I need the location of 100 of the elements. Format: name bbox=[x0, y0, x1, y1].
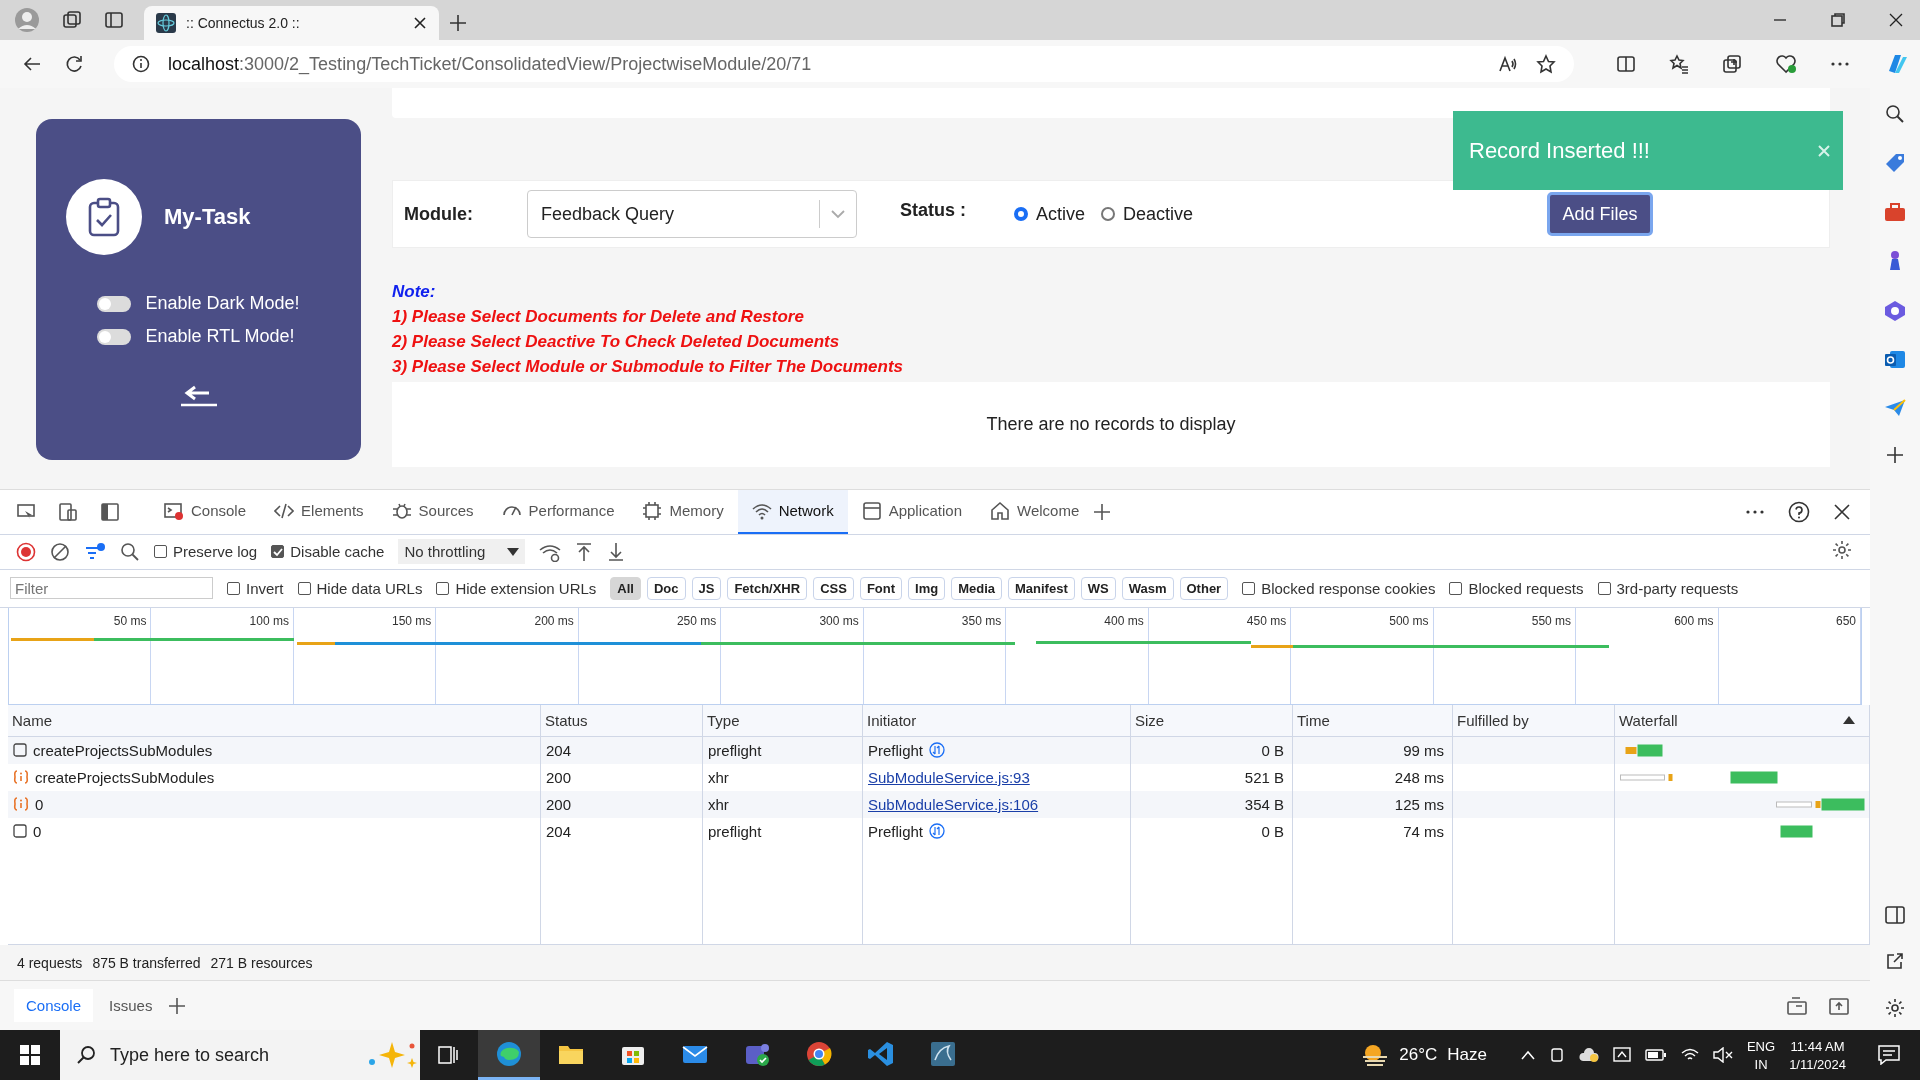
collections-icon[interactable] bbox=[1722, 54, 1742, 74]
notifications-icon[interactable] bbox=[1878, 1045, 1900, 1065]
type-filter-chip[interactable]: Manifest bbox=[1008, 576, 1075, 600]
upload-icon[interactable] bbox=[575, 541, 594, 562]
add-tab-icon[interactable] bbox=[1093, 502, 1112, 521]
toggle-switch[interactable] bbox=[97, 328, 132, 345]
type-filter-chip[interactable]: All bbox=[610, 576, 641, 600]
request-name[interactable]: 0 bbox=[33, 822, 42, 840]
settings-icon[interactable] bbox=[1885, 998, 1905, 1018]
request-name[interactable]: createProjectsSubModules bbox=[35, 768, 215, 786]
type-filter-chip[interactable]: Media bbox=[951, 576, 1002, 600]
cloud-icon[interactable] bbox=[1578, 1047, 1599, 1063]
close-icon[interactable] bbox=[413, 16, 427, 30]
initiator-link[interactable]: SubModuleService.js:93 bbox=[868, 768, 1030, 786]
muted-speaker-icon[interactable] bbox=[1712, 1047, 1733, 1063]
browser-app-icon[interactable] bbox=[478, 1030, 540, 1080]
windows-start-icon[interactable] bbox=[20, 1045, 40, 1065]
search-icon[interactable] bbox=[1885, 104, 1905, 124]
close-icon[interactable] bbox=[1888, 12, 1904, 28]
camera-icon[interactable] bbox=[1548, 1047, 1565, 1063]
module-select[interactable]: Feedback Query bbox=[527, 190, 857, 238]
browser-tab[interactable]: :: Connectus 2.0 :: bbox=[144, 6, 439, 40]
workspaces-icon[interactable] bbox=[62, 10, 82, 30]
toolbox-icon[interactable] bbox=[1884, 202, 1906, 222]
checkbox[interactable] bbox=[436, 581, 450, 595]
info-icon[interactable] bbox=[132, 55, 150, 73]
vertical-tabs-icon[interactable] bbox=[104, 10, 124, 30]
heart-pulse-icon[interactable] bbox=[1775, 54, 1797, 74]
type-filter-chip[interactable]: Img bbox=[908, 576, 946, 600]
type-filter-chip[interactable]: Doc bbox=[646, 576, 686, 600]
checkbox[interactable] bbox=[154, 545, 167, 559]
type-filter-chip[interactable]: WS bbox=[1080, 576, 1116, 600]
dock-panel-icon[interactable] bbox=[100, 501, 120, 522]
devtools-tab[interactable]: Sources bbox=[377, 490, 488, 534]
dock-icon[interactable] bbox=[1828, 995, 1850, 1016]
add-tab-icon[interactable] bbox=[168, 996, 187, 1015]
checkbox[interactable] bbox=[227, 581, 240, 595]
type-filter-chip[interactable]: Wasm bbox=[1121, 576, 1174, 600]
reload-icon[interactable] bbox=[64, 54, 84, 74]
clock[interactable]: 11:44 AM 1/11/2024 bbox=[1789, 1038, 1846, 1072]
task-view-icon[interactable] bbox=[438, 1046, 458, 1064]
devtools-tab[interactable]: Performance bbox=[487, 490, 629, 534]
type-filter-chip[interactable]: Font bbox=[859, 576, 903, 600]
checkbox[interactable] bbox=[1597, 581, 1611, 595]
split-screen-icon[interactable] bbox=[1616, 54, 1636, 74]
type-filter-chip[interactable]: JS bbox=[691, 576, 722, 600]
devtools-tab[interactable]: Console bbox=[150, 490, 261, 534]
close-icon[interactable] bbox=[1834, 503, 1850, 520]
add-files-button[interactable]: Add Files bbox=[1547, 192, 1653, 236]
filter-field[interactable]: Filter bbox=[10, 577, 213, 600]
help-icon[interactable] bbox=[1788, 500, 1810, 523]
devtools-tab[interactable]: Memory bbox=[628, 490, 738, 534]
haze-icon[interactable] bbox=[1361, 1043, 1390, 1067]
radio-button[interactable] bbox=[1101, 207, 1116, 221]
throttling-select[interactable]: No throttling bbox=[398, 539, 526, 565]
toggle-switch[interactable] bbox=[97, 295, 132, 312]
sort-ascending-icon[interactable] bbox=[1843, 716, 1855, 725]
devtools-tab[interactable]: Elements bbox=[260, 490, 378, 534]
tag-icon[interactable] bbox=[1884, 152, 1906, 174]
drawer-tab[interactable]: Issues bbox=[97, 989, 165, 1023]
favorite-star-icon[interactable] bbox=[1536, 54, 1556, 74]
settings-icon[interactable] bbox=[1832, 540, 1852, 561]
battery-icon[interactable] bbox=[1644, 1049, 1667, 1061]
drawer-tab[interactable]: Console bbox=[14, 989, 94, 1023]
external-link-icon[interactable] bbox=[1886, 952, 1904, 970]
address-field[interactable]: localhost:3000/2_Testing/TechTicket/ConsolidatedView/ProjectwiseModule/20/71 bbox=[114, 46, 1574, 82]
more-icon[interactable] bbox=[1746, 508, 1764, 515]
checkbox[interactable] bbox=[271, 545, 285, 559]
hexagon-icon[interactable] bbox=[1884, 300, 1906, 322]
device-icon[interactable] bbox=[58, 501, 78, 522]
download-icon[interactable] bbox=[607, 541, 626, 562]
read-aloud-icon[interactable] bbox=[1498, 55, 1518, 73]
chevron-up-icon[interactable] bbox=[1520, 1050, 1535, 1060]
swap-arrows-icon[interactable] bbox=[929, 742, 946, 759]
request-name[interactable]: 0 bbox=[35, 795, 44, 813]
checkbox[interactable] bbox=[1242, 581, 1256, 595]
type-filter-chip[interactable]: Other bbox=[1179, 576, 1229, 600]
search-icon[interactable] bbox=[120, 541, 140, 562]
add-icon[interactable] bbox=[1886, 446, 1904, 464]
devtools-tab[interactable]: Network bbox=[737, 490, 848, 534]
devtools-tab[interactable]: Welcome bbox=[976, 490, 1094, 534]
mail-app-icon[interactable] bbox=[1884, 350, 1906, 370]
taskbar-search-field[interactable]: Type here to search bbox=[60, 1030, 420, 1080]
language-indicator[interactable]: ENG IN bbox=[1746, 1038, 1776, 1072]
new-tab-icon[interactable] bbox=[449, 14, 467, 32]
devtools-tab[interactable]: Application bbox=[847, 490, 977, 534]
sidebar-toggle-icon[interactable] bbox=[1885, 906, 1905, 924]
swap-arrows-icon[interactable] bbox=[929, 823, 946, 840]
type-filter-chip[interactable]: Fetch/XHR bbox=[727, 576, 808, 600]
favorites-icon[interactable] bbox=[1669, 54, 1689, 74]
restore-icon[interactable] bbox=[1830, 12, 1846, 28]
display-icon[interactable] bbox=[1612, 1047, 1631, 1063]
back-arrow-icon[interactable] bbox=[180, 383, 217, 407]
checkbox[interactable] bbox=[1449, 581, 1463, 595]
radio-button[interactable] bbox=[1014, 207, 1028, 221]
filter-icon[interactable] bbox=[84, 541, 106, 562]
clear-icon[interactable] bbox=[50, 541, 70, 562]
record-icon[interactable] bbox=[16, 541, 36, 562]
screencast-icon[interactable] bbox=[1786, 995, 1808, 1016]
checkbox[interactable] bbox=[297, 581, 311, 595]
